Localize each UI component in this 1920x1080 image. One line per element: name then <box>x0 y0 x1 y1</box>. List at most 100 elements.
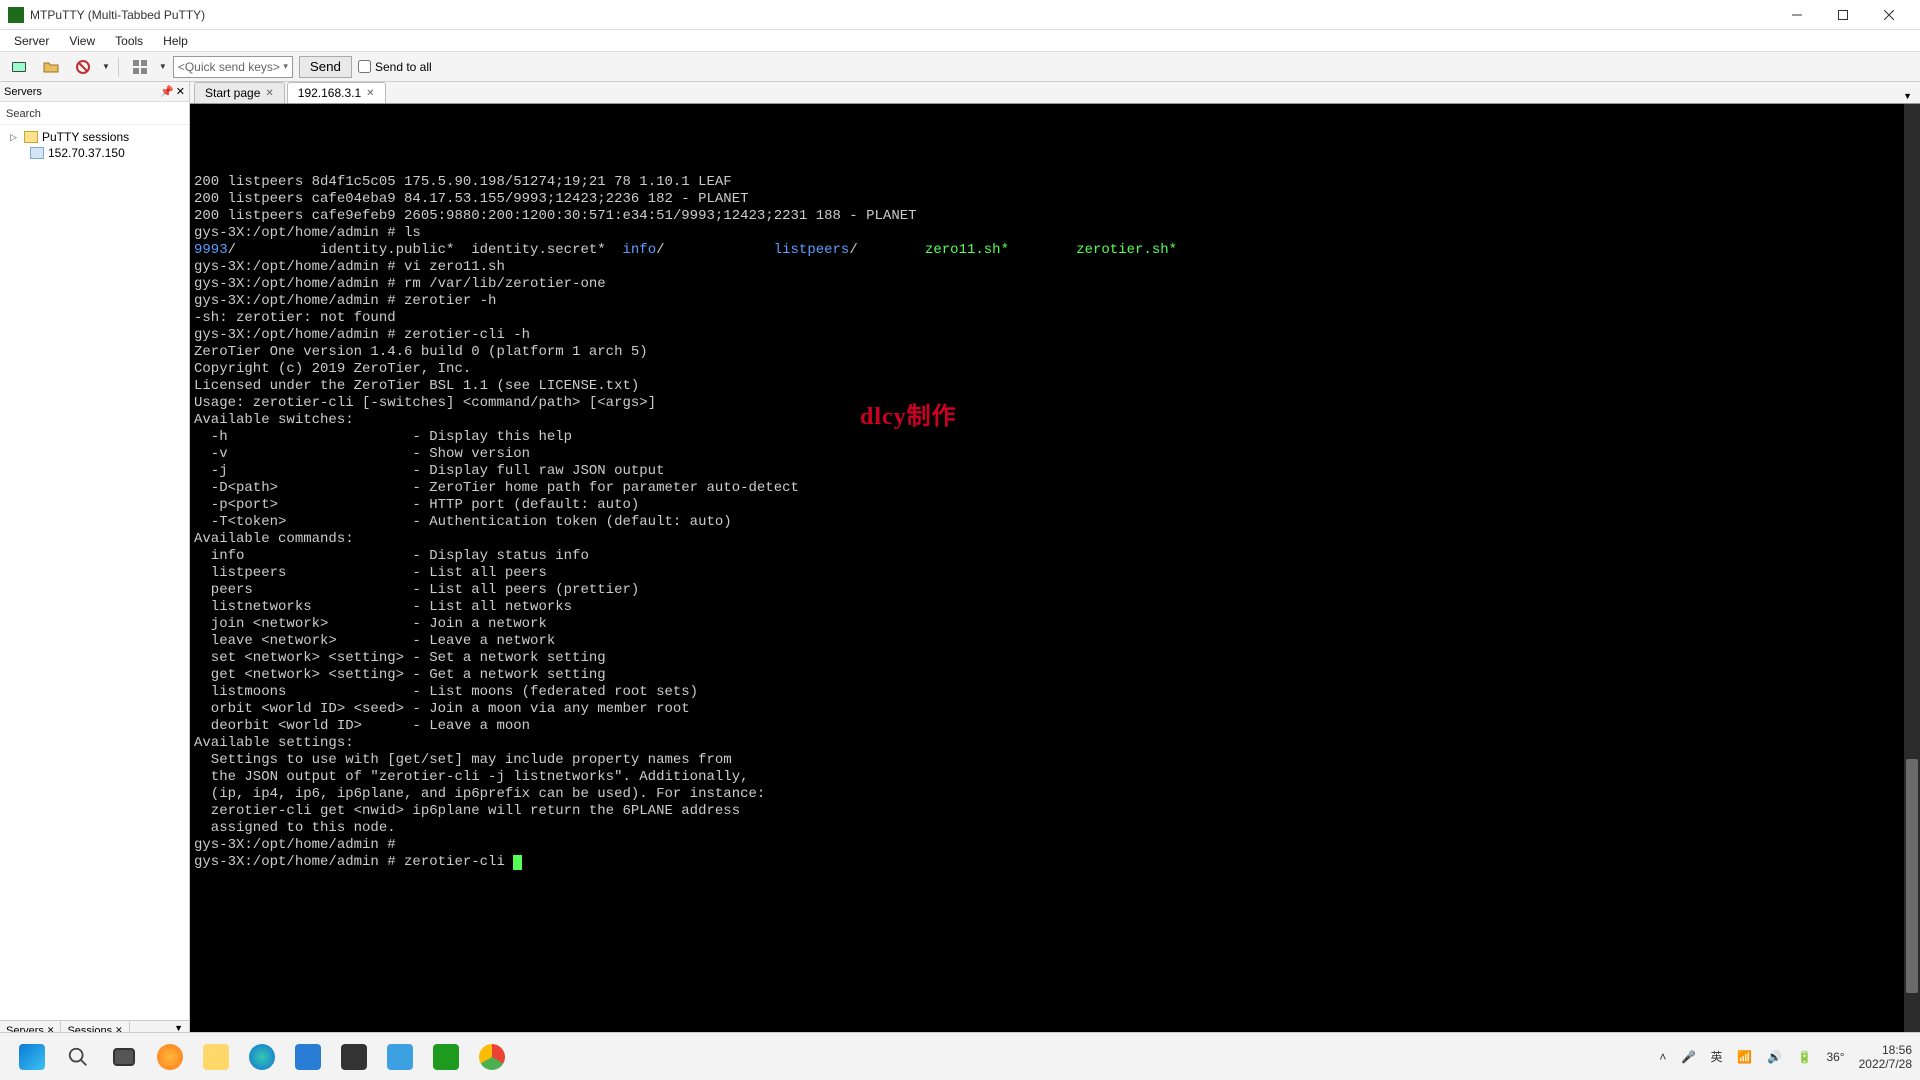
terminal-line: -p<port> - HTTP port (default: auto) <box>194 497 1916 514</box>
terminal-line: -j - Display full raw JSON output <box>194 463 1916 480</box>
chevron-down-icon: ▾ <box>283 61 288 72</box>
sidebar-title: Servers <box>4 86 42 98</box>
tray-clock[interactable]: 18:56 2022/7/28 <box>1859 1043 1912 1071</box>
taskbar-apps <box>12 1037 512 1077</box>
edge-icon[interactable] <box>242 1037 282 1077</box>
tree-root-item[interactable]: ▷ PuTTY sessions <box>4 129 185 145</box>
terminal[interactable]: dlcy制作 200 listpeers 8d4f1c5c05 175.5.90… <box>190 104 1920 1040</box>
minimize-button[interactable] <box>1774 0 1820 30</box>
terminal-line: -h - Display this help <box>194 429 1916 446</box>
session-tree: ▷ PuTTY sessions 152.70.37.150 <box>0 125 189 1020</box>
terminal-line: Available settings: <box>194 735 1916 752</box>
terminal-line: Settings to use with [get/set] may inclu… <box>194 752 1916 769</box>
toolbar-open-icon[interactable] <box>38 55 64 79</box>
mtputty-icon[interactable] <box>426 1037 466 1077</box>
tray-temperature[interactable]: 36° <box>1826 1050 1844 1064</box>
start-button[interactable] <box>12 1037 52 1077</box>
terminal-line: Copyright (c) 2019 ZeroTier, Inc. <box>194 361 1916 378</box>
terminal-line: gys-3X:/opt/home/admin # ls <box>194 225 1916 242</box>
terminal-cursor <box>513 855 522 870</box>
terminal-line: info - Display status info <box>194 548 1916 565</box>
terminal-line: listnetworks - List all networks <box>194 599 1916 616</box>
app-icon[interactable] <box>380 1037 420 1077</box>
send-to-all-input[interactable] <box>358 60 371 73</box>
send-button[interactable]: Send <box>299 56 352 78</box>
tray-date: 2022/7/28 <box>1859 1057 1912 1071</box>
toolbar-layout-icon[interactable] <box>127 55 153 79</box>
tree-session-label: 152.70.37.150 <box>48 146 125 160</box>
battery-icon[interactable]: 🔋 <box>1796 1049 1812 1065</box>
folder-icon <box>24 131 38 143</box>
menu-tools[interactable]: Tools <box>105 32 153 50</box>
main-area: Servers 📌 ✕ Search ▷ PuTTY sessions 152.… <box>0 82 1920 1040</box>
app-icon <box>8 7 24 23</box>
close-button[interactable] <box>1866 0 1912 30</box>
tree-session-item[interactable]: 152.70.37.150 <box>4 145 185 161</box>
tab-start-label: Start page <box>205 86 260 100</box>
terminal-line: gys-3X:/opt/home/admin # vi zero11.sh <box>194 259 1916 276</box>
terminal-line: Usage: zerotier-cli [-switches] <command… <box>194 395 1916 412</box>
content-area: Start page ✕ 192.168.3.1 ✕ ▼ dlcy制作 200 … <box>190 82 1920 1040</box>
send-to-all-checkbox[interactable]: Send to all <box>358 60 432 74</box>
terminal-line: Licensed under the ZeroTier BSL 1.1 (see… <box>194 378 1916 395</box>
wifi-icon[interactable]: 📶 <box>1736 1049 1752 1065</box>
terminal-line: get <network> <setting> - Get a network … <box>194 667 1916 684</box>
volume-icon[interactable]: 🔊 <box>1766 1049 1782 1065</box>
terminal-line: 200 listpeers cafe04eba9 84.17.53.155/99… <box>194 191 1916 208</box>
terminal-line: join <network> - Join a network <box>194 616 1916 633</box>
terminal-line: gys-3X:/opt/home/admin # <box>194 837 1916 854</box>
search-icon[interactable] <box>58 1037 98 1077</box>
terminal-icon[interactable] <box>334 1037 374 1077</box>
terminal-line: -sh: zerotier: not found <box>194 310 1916 327</box>
terminal-line: orbit <world ID> <seed> - Join a moon vi… <box>194 701 1916 718</box>
terminal-line: leave <network> - Leave a network <box>194 633 1916 650</box>
sidebar-close-icon[interactable]: ✕ <box>176 85 185 98</box>
toolbar-disconnect-icon[interactable] <box>70 55 96 79</box>
scrollbar-thumb[interactable] <box>1906 759 1918 993</box>
terminal-line: ZeroTier One version 1.4.6 build 0 (plat… <box>194 344 1916 361</box>
taskbar: ˄ 🎤 英 📶 🔊 🔋 36° 18:56 2022/7/28 <box>0 1032 1920 1080</box>
tabstrip: Start page ✕ 192.168.3.1 ✕ ▼ <box>190 82 1920 104</box>
tab-close-icon[interactable]: ✕ <box>265 88 273 99</box>
chrome-icon[interactable] <box>472 1037 512 1077</box>
task-view-icon[interactable] <box>104 1037 144 1077</box>
toolbar-dropdown-arrow-icon[interactable]: ▼ <box>102 62 110 71</box>
tab-close-icon[interactable]: ✕ <box>366 88 374 99</box>
terminal-line: listmoons - List moons (federated root s… <box>194 684 1916 701</box>
tab-active-label: 192.168.3.1 <box>298 86 361 100</box>
tabstrip-dropdown-icon[interactable]: ▼ <box>1895 89 1920 103</box>
quick-send-combo[interactable]: <Quick send keys> ▾ <box>173 56 293 78</box>
tab-active-session[interactable]: 192.168.3.1 ✕ <box>287 82 386 103</box>
maximize-button[interactable] <box>1820 0 1866 30</box>
terminal-line: 200 listpeers cafe9efeb9 2605:9880:200:1… <box>194 208 1916 225</box>
menu-help[interactable]: Help <box>153 32 198 50</box>
tab-start-page[interactable]: Start page ✕ <box>194 82 285 103</box>
terminal-line: -v - Show version <box>194 446 1916 463</box>
toolbar-new-session-icon[interactable] <box>6 55 32 79</box>
terminal-scrollbar[interactable] <box>1904 104 1920 1040</box>
tree-expand-icon[interactable]: ▷ <box>10 132 20 143</box>
sidebar: Servers 📌 ✕ Search ▷ PuTTY sessions 152.… <box>0 82 190 1040</box>
sidebar-search-label: Search <box>6 108 41 120</box>
explorer-icon[interactable] <box>196 1037 236 1077</box>
firefox-icon[interactable] <box>150 1037 190 1077</box>
tray-time: 18:56 <box>1859 1043 1912 1057</box>
menu-server[interactable]: Server <box>4 32 59 50</box>
tray-overflow-icon[interactable]: ˄ <box>1659 1050 1666 1064</box>
terminal-line: -T<token> - Authentication token (defaul… <box>194 514 1916 531</box>
tray-language[interactable]: 英 <box>1710 1048 1722 1065</box>
computer-icon <box>30 147 44 159</box>
titlebar: MTPuTTY (Multi-Tabbed PuTTY) <box>0 0 1920 30</box>
terminal-line: Available switches: <box>194 412 1916 429</box>
microphone-icon[interactable]: 🎤 <box>1680 1049 1696 1065</box>
system-tray: ˄ 🎤 英 📶 🔊 🔋 36° 18:56 2022/7/28 <box>1659 1043 1912 1071</box>
window-title: MTPuTTY (Multi-Tabbed PuTTY) <box>30 8 1774 22</box>
sidebar-pin-icon[interactable]: 📌 <box>160 85 174 98</box>
toolbar: ▼ ▼ <Quick send keys> ▾ Send Send to all <box>0 52 1920 82</box>
sidebar-search-row: Search <box>0 102 189 125</box>
menu-view[interactable]: View <box>59 32 105 50</box>
store-icon[interactable] <box>288 1037 328 1077</box>
terminal-line: gys-3X:/opt/home/admin # zerotier-cli -h <box>194 327 1916 344</box>
terminal-line: set <network> <setting> - Set a network … <box>194 650 1916 667</box>
toolbar-layout-dropdown-icon[interactable]: ▼ <box>159 62 167 71</box>
